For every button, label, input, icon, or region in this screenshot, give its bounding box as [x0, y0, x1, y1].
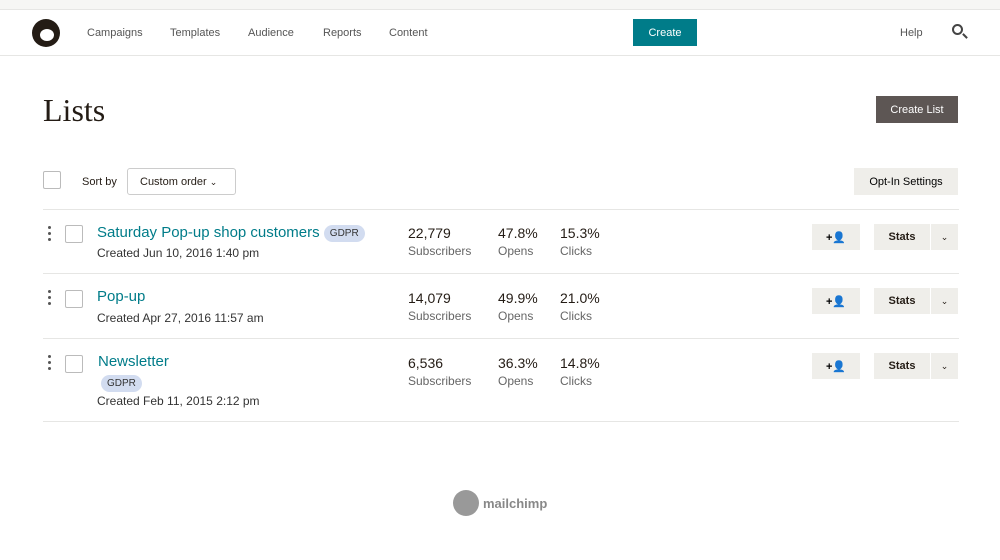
list-name-link[interactable]: Pop-up [97, 288, 145, 305]
page-title: Lists [43, 92, 106, 128]
create-button[interactable]: Create [633, 19, 697, 46]
mailchimp-logo-icon[interactable] [32, 19, 60, 47]
nav-audience[interactable]: Audience [248, 27, 294, 39]
created-date: Created Feb 11, 2015 2:12 pm [97, 394, 260, 408]
add-subscriber-button[interactable]: +👤 [812, 224, 860, 250]
freddie-logo-icon [453, 490, 479, 516]
nav-campaigns[interactable]: Campaigns [87, 27, 143, 39]
more-options-icon[interactable] [48, 290, 52, 308]
row-checkbox[interactable] [65, 355, 83, 373]
opens-rate: 36.3% [498, 355, 538, 371]
nav-templates[interactable]: Templates [170, 27, 220, 39]
select-all-checkbox[interactable] [43, 171, 61, 189]
subscribers-count: 22,779 [408, 225, 451, 241]
opens-label: Opens [498, 309, 534, 323]
chevron-down-icon: ⌄ [209, 177, 218, 187]
row-checkbox[interactable] [65, 225, 83, 243]
opens-rate: 49.9% [498, 290, 538, 306]
top-strip [0, 0, 1000, 10]
footer-brand: mailchimp [483, 495, 548, 511]
add-subscriber-button[interactable]: +👤 [812, 353, 860, 379]
opens-label: Opens [498, 374, 534, 388]
create-list-button[interactable]: Create List [876, 96, 958, 123]
opens-label: Opens [498, 244, 534, 258]
clicks-rate: 21.0% [560, 290, 600, 306]
list-row: Pop-up Created Apr 27, 2016 11:57 am 14,… [43, 273, 959, 338]
footer-logo: mailchimp [453, 490, 547, 516]
more-options-icon[interactable] [48, 226, 52, 244]
clicks-rate: 14.8% [560, 355, 600, 371]
chevron-down-icon[interactable]: ⌄ [930, 353, 958, 379]
stats-button[interactable]: Stats ⌄ [874, 353, 958, 379]
subscribers-count: 6,536 [408, 355, 444, 371]
subscribers-label: Subscribers [408, 309, 472, 323]
clicks-label: Clicks [560, 244, 592, 258]
subscribers-count: 14,079 [408, 290, 451, 306]
chevron-down-icon[interactable]: ⌄ [930, 288, 958, 314]
list-name-link[interactable]: Saturday Pop-up shop customers [97, 224, 320, 241]
row-checkbox[interactable] [65, 290, 83, 308]
sort-select[interactable]: Custom order ⌄ [127, 168, 236, 195]
opens-rate: 47.8% [498, 225, 538, 241]
subscribers-label: Subscribers [408, 374, 472, 388]
sort-label: Sort by [82, 176, 117, 188]
opt-in-settings-button[interactable]: Opt-In Settings [854, 168, 958, 195]
gdpr-badge: GDPR [323, 224, 365, 242]
clicks-rate: 15.3% [560, 225, 600, 241]
add-subscriber-button[interactable]: +👤 [812, 288, 860, 314]
clicks-label: Clicks [560, 374, 592, 388]
list-row: Newsletter GDPR Created Feb 11, 2015 2:1… [43, 338, 959, 422]
stats-label[interactable]: Stats [874, 224, 930, 250]
gdpr-badge: GDPR [101, 375, 142, 392]
subscribers-label: Subscribers [408, 244, 472, 258]
search-icon[interactable] [952, 24, 963, 35]
stats-button[interactable]: Stats ⌄ [874, 224, 958, 250]
chevron-down-icon[interactable]: ⌄ [930, 224, 958, 250]
sort-value: Custom order [140, 176, 207, 188]
created-date: Created Jun 10, 2016 1:40 pm [97, 246, 260, 260]
help-link[interactable]: Help [900, 27, 923, 39]
stats-button[interactable]: Stats ⌄ [874, 288, 958, 314]
stats-label[interactable]: Stats [874, 353, 930, 379]
top-nav: Campaigns Templates Audience Reports Con… [0, 10, 1000, 56]
list-row: Saturday Pop-up shop customers GDPR Crea… [43, 209, 959, 273]
created-date: Created Apr 27, 2016 11:57 am [97, 311, 264, 325]
nav-content[interactable]: Content [389, 27, 428, 39]
stats-label[interactable]: Stats [874, 288, 930, 314]
nav-reports[interactable]: Reports [323, 27, 362, 39]
more-options-icon[interactable] [48, 355, 52, 373]
list-name-link[interactable]: Newsletter [98, 353, 169, 370]
clicks-label: Clicks [560, 309, 592, 323]
